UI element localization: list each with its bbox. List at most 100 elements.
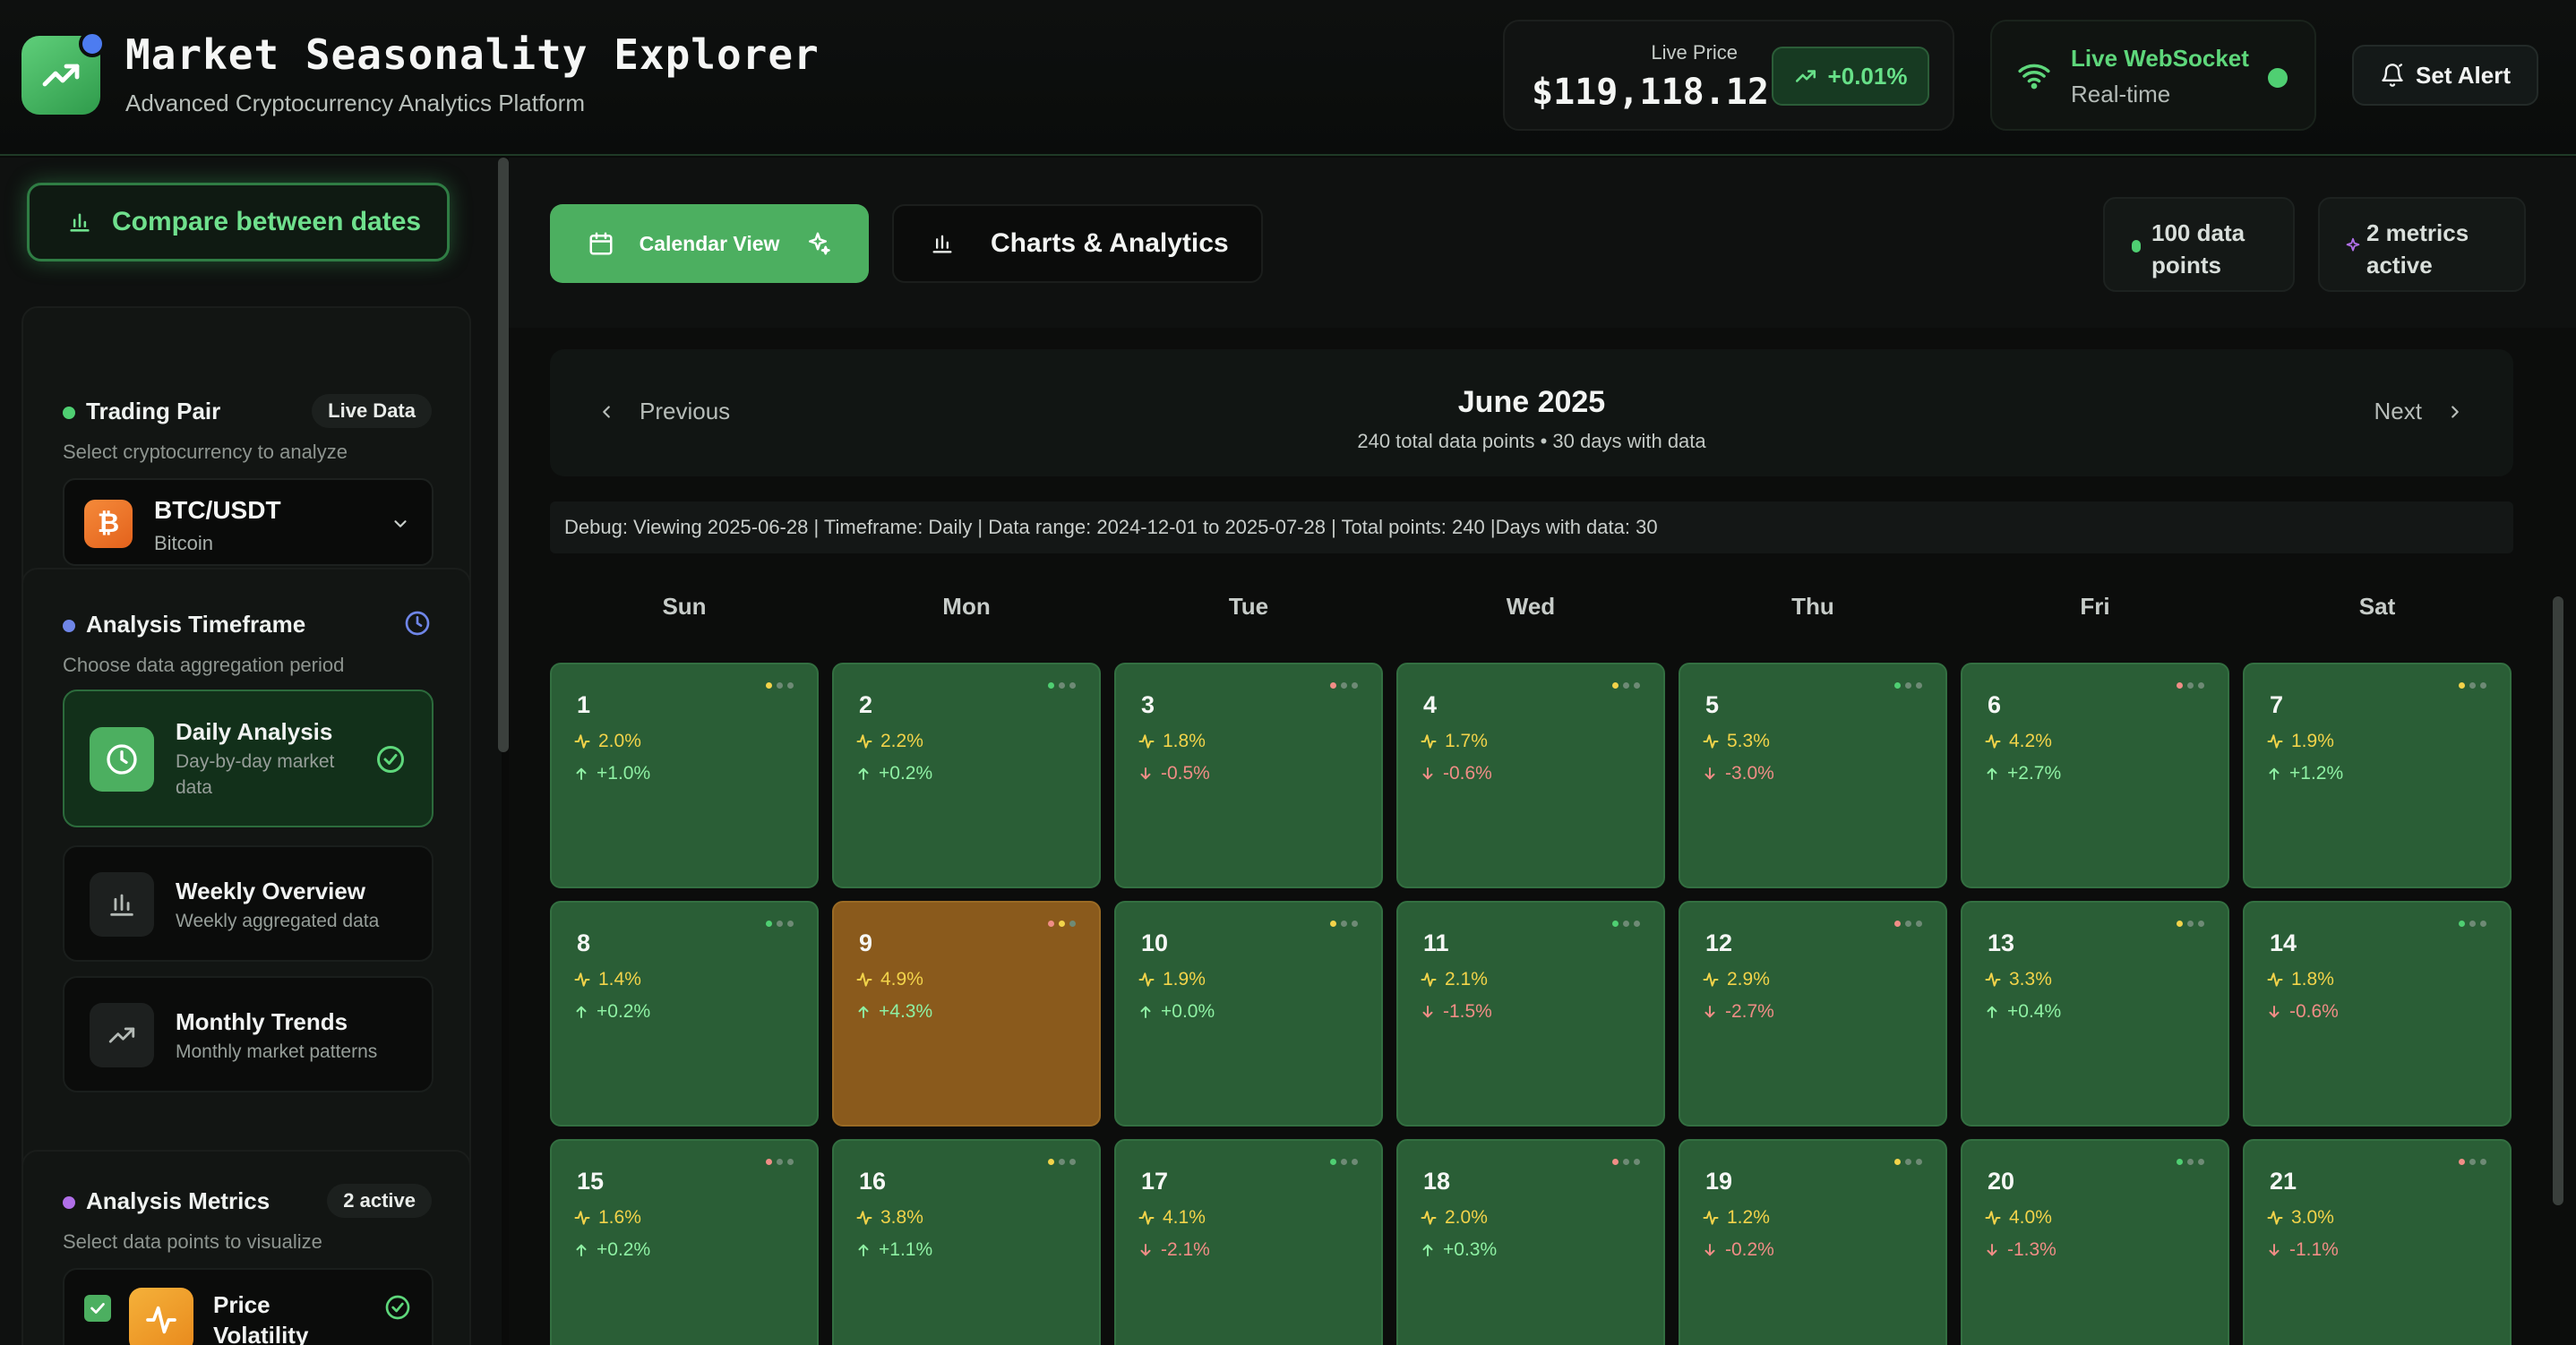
day-volatility-value: 4.9%	[880, 969, 923, 989]
day-change-value: -0.5%	[1161, 763, 1210, 784]
set-alert-button[interactable]: Set Alert	[2352, 45, 2538, 106]
arrow-down-icon	[1140, 1244, 1151, 1256]
day-volatility-value: 2.2%	[880, 731, 923, 751]
calendar-day-cell[interactable]: 3 1.8% -0.5%	[1114, 663, 1383, 888]
next-month-button[interactable]: Next	[2374, 398, 2465, 425]
day-number: 20	[1988, 1168, 2015, 1195]
compare-dates-button[interactable]: Compare between dates	[27, 183, 450, 261]
calendar-day-cell[interactable]: 15 1.6% +0.2%	[550, 1139, 819, 1345]
trading-pair-select[interactable]: ₿ BTC/USDT Bitcoin	[63, 478, 434, 566]
calendar-day-cell[interactable]: 12 2.9% -2.7%	[1679, 901, 1947, 1127]
calendar-day-cell[interactable]: 20 4.0% -1.3%	[1961, 1139, 2229, 1345]
data-indicator-dots	[1048, 921, 1076, 927]
activity-icon	[1985, 734, 2001, 749]
websocket-title: Live WebSocket	[2071, 45, 2249, 72]
day-change-value: +2.7%	[2007, 763, 2062, 784]
data-indicator-dots	[2459, 921, 2486, 927]
calendar-day-cell[interactable]: 14 1.8% -0.6%	[2243, 901, 2512, 1127]
weekday-header: Wed	[1506, 593, 1556, 620]
day-volatility: 3.0%	[2266, 1207, 2334, 1229]
data-indicator-dots	[1894, 1159, 1922, 1165]
day-change: +4.3%	[855, 1001, 932, 1023]
calendar-day-cell[interactable]: 8 1.4% +0.2%	[550, 901, 819, 1127]
day-change: -1.1%	[2266, 1239, 2339, 1261]
status-dot	[63, 1196, 75, 1209]
day-volatility: 2.0%	[1420, 1207, 1488, 1229]
activity-icon	[856, 734, 872, 749]
arrow-up-icon	[1987, 1006, 1997, 1018]
activity-icon	[1703, 972, 1719, 987]
sparkles-icon	[2346, 237, 2360, 252]
data-indicator-dots	[766, 921, 794, 927]
timeframe-option-name: Monthly Trends	[176, 1008, 348, 1035]
data-indicator-dots	[1612, 682, 1640, 689]
calendar-day-cell[interactable]: 18 2.0% +0.3%	[1396, 1139, 1665, 1345]
day-volatility: 3.3%	[1984, 969, 2052, 990]
tab-calendar-view[interactable]: Calendar View	[550, 204, 869, 283]
calendar-day-cell[interactable]: 7 1.9% +1.2%	[2243, 663, 2512, 888]
data-indicator-dots	[2177, 1159, 2204, 1165]
calendar-day-cell[interactable]: 17 4.1% -2.1%	[1114, 1139, 1383, 1345]
metrics-title: Analysis Metrics	[86, 1187, 270, 1214]
trending-up-icon	[90, 1003, 154, 1067]
arrow-up-icon	[1987, 767, 1997, 780]
day-change: +1.1%	[855, 1239, 932, 1261]
day-change-value: +0.2%	[597, 1239, 651, 1260]
activity-icon	[1421, 972, 1437, 987]
calendar-day-cell[interactable]: 5 5.3% -3.0%	[1679, 663, 1947, 888]
timeframe-option-monthly[interactable]: Monthly Trends Monthly market patterns	[63, 976, 434, 1092]
calendar-day-cell[interactable]: 19 1.2% -0.2%	[1679, 1139, 1947, 1345]
activity-icon	[2267, 972, 2283, 987]
month-title: June 2025	[1457, 385, 1606, 419]
calendar-day-cell[interactable]: 10 1.9% +0.0%	[1114, 901, 1383, 1127]
day-change: -0.6%	[1420, 763, 1492, 784]
activity-icon	[1703, 1211, 1719, 1225]
day-change: +1.2%	[2266, 763, 2343, 784]
calendar-day-cell[interactable]: 4 1.7% -0.6%	[1396, 663, 1665, 888]
calendar-day-cell[interactable]: 6 4.2% +2.7%	[1961, 663, 2229, 888]
data-indicator-dots	[1048, 1159, 1076, 1165]
timeframe-option-weekly[interactable]: Weekly Overview Weekly aggregated data	[63, 845, 434, 962]
day-volatility: 1.9%	[2266, 731, 2334, 752]
calendar-day-cell[interactable]: 1 2.0% +1.0%	[550, 663, 819, 888]
metrics-active-stat: 2 metrics active	[2318, 197, 2526, 292]
calendar-day-cell[interactable]: 13 3.3% +0.4%	[1961, 901, 2229, 1127]
arrow-down-icon	[1704, 767, 1715, 780]
data-indicator-dots	[2177, 682, 2204, 689]
day-change: +0.2%	[573, 1001, 650, 1023]
day-volatility-value: 1.4%	[598, 969, 641, 989]
weekday-header: Fri	[2080, 593, 2110, 620]
calendar-icon	[589, 232, 613, 255]
calendar-day-cell[interactable]: 9 4.9% +4.3%	[832, 901, 1101, 1127]
day-volatility: 1.9%	[1138, 969, 1206, 990]
day-volatility: 1.7%	[1420, 731, 1488, 752]
app-header: Market Seasonality Explorer Advanced Cry…	[0, 0, 2576, 156]
arrow-up-icon	[1422, 1244, 1433, 1256]
day-volatility-value: 2.0%	[1445, 1207, 1488, 1228]
data-indicator-dots	[1330, 921, 1358, 927]
day-change: -2.1%	[1138, 1239, 1210, 1261]
calendar-day-cell[interactable]: 16 3.8% +1.1%	[832, 1139, 1101, 1345]
calendar-day-cell[interactable]: 11 2.1% -1.5%	[1396, 901, 1665, 1127]
calendar-day-cell[interactable]: 21 3.0% -1.1%	[2243, 1139, 2512, 1345]
day-number: 11	[1423, 930, 1449, 956]
day-change: -0.5%	[1138, 763, 1210, 784]
sidebar-scrollbar[interactable]	[498, 158, 509, 752]
data-indicator-dots	[2177, 921, 2204, 927]
day-change-value: -0.6%	[1443, 763, 1492, 784]
arrow-up-icon	[576, 1006, 587, 1018]
timeframe-title: Analysis Timeframe	[86, 611, 306, 638]
checkbox[interactable]	[84, 1295, 111, 1322]
view-toolbar: Calendar View Charts & Analytics 100 dat…	[509, 158, 2576, 328]
arrow-down-icon	[2269, 1244, 2280, 1256]
day-volatility: 4.0%	[1984, 1207, 2052, 1229]
timeframe-option-daily[interactable]: Daily Analysis Day-by-day market data	[63, 690, 434, 827]
day-volatility-value: 1.8%	[2291, 969, 2334, 989]
main-scrollbar[interactable]	[2553, 596, 2563, 1205]
calendar-day-cell[interactable]: 2 2.2% +0.2%	[832, 663, 1101, 888]
wifi-icon	[2018, 64, 2050, 90]
tab-charts-analytics[interactable]: Charts & Analytics	[892, 204, 1263, 283]
day-change-value: -3.0%	[1725, 763, 1774, 784]
data-indicator-dots	[2459, 1159, 2486, 1165]
metric-option-volatility[interactable]: Price Volatility	[63, 1268, 434, 1345]
